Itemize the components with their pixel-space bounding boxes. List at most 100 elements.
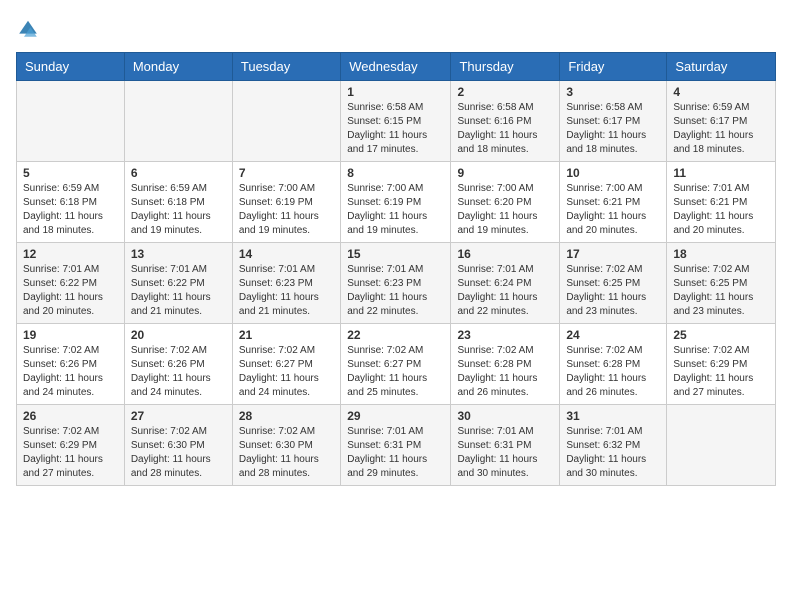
day-info: Sunrise: 7:02 AM Sunset: 6:28 PM Dayligh… (457, 344, 553, 400)
day-number: 14 (239, 247, 334, 261)
day-cell: 26 Sunrise: 7:02 AM Sunset: 6:29 PM Dayli… (17, 405, 125, 486)
weekday-header-tuesday: Tuesday (232, 53, 340, 81)
day-number: 26 (23, 409, 118, 423)
day-info: Sunrise: 7:01 AM Sunset: 6:31 PM Dayligh… (457, 425, 553, 481)
day-number: 24 (566, 328, 660, 342)
day-info: Sunrise: 6:59 AM Sunset: 6:18 PM Dayligh… (23, 182, 118, 238)
day-cell: 13 Sunrise: 7:01 AM Sunset: 6:22 PM Dayli… (124, 243, 232, 324)
day-number: 4 (673, 85, 769, 99)
day-cell: 7 Sunrise: 7:00 AM Sunset: 6:19 PM Daylig… (232, 162, 340, 243)
day-number: 8 (347, 166, 444, 180)
day-info: Sunrise: 7:02 AM Sunset: 6:25 PM Dayligh… (673, 263, 769, 319)
day-number: 5 (23, 166, 118, 180)
day-number: 23 (457, 328, 553, 342)
page-header (16, 16, 776, 40)
day-info: Sunrise: 7:02 AM Sunset: 6:25 PM Dayligh… (566, 263, 660, 319)
day-info: Sunrise: 7:00 AM Sunset: 6:19 PM Dayligh… (239, 182, 334, 238)
day-number: 19 (23, 328, 118, 342)
day-cell: 11 Sunrise: 7:01 AM Sunset: 6:21 PM Dayli… (667, 162, 776, 243)
day-info: Sunrise: 7:01 AM Sunset: 6:21 PM Dayligh… (673, 182, 769, 238)
weekday-header-monday: Monday (124, 53, 232, 81)
weekday-header-friday: Friday (560, 53, 667, 81)
day-info: Sunrise: 7:02 AM Sunset: 6:26 PM Dayligh… (23, 344, 118, 400)
day-cell: 31 Sunrise: 7:01 AM Sunset: 6:32 PM Dayli… (560, 405, 667, 486)
day-number: 21 (239, 328, 334, 342)
day-number: 12 (23, 247, 118, 261)
day-cell: 24 Sunrise: 7:02 AM Sunset: 6:28 PM Dayli… (560, 324, 667, 405)
day-info: Sunrise: 6:58 AM Sunset: 6:17 PM Dayligh… (566, 101, 660, 157)
day-info: Sunrise: 7:02 AM Sunset: 6:27 PM Dayligh… (347, 344, 444, 400)
week-row: 5 Sunrise: 6:59 AM Sunset: 6:18 PM Daylig… (17, 162, 776, 243)
weekday-header-wednesday: Wednesday (341, 53, 451, 81)
day-info: Sunrise: 7:02 AM Sunset: 6:29 PM Dayligh… (673, 344, 769, 400)
weekday-header-thursday: Thursday (451, 53, 560, 81)
day-info: Sunrise: 7:01 AM Sunset: 6:23 PM Dayligh… (347, 263, 444, 319)
day-cell: 2 Sunrise: 6:58 AM Sunset: 6:16 PM Daylig… (451, 81, 560, 162)
week-row: 26 Sunrise: 7:02 AM Sunset: 6:29 PM Dayli… (17, 405, 776, 486)
day-info: Sunrise: 7:00 AM Sunset: 6:20 PM Dayligh… (457, 182, 553, 238)
day-number: 22 (347, 328, 444, 342)
day-number: 1 (347, 85, 444, 99)
logo (16, 16, 44, 40)
day-cell: 14Sunrise: 7:01 AM Sunset: 6:23 PM Dayli… (232, 243, 340, 324)
day-cell: 6 Sunrise: 6:59 AM Sunset: 6:18 PM Daylig… (124, 162, 232, 243)
day-cell: 20 Sunrise: 7:02 AM Sunset: 6:26 PM Dayli… (124, 324, 232, 405)
day-number: 17 (566, 247, 660, 261)
day-info: Sunrise: 7:01 AM Sunset: 6:22 PM Dayligh… (131, 263, 226, 319)
day-cell: 23 Sunrise: 7:02 AM Sunset: 6:28 PM Dayli… (451, 324, 560, 405)
day-info: Sunrise: 7:02 AM Sunset: 6:26 PM Dayligh… (131, 344, 226, 400)
day-cell: 22 Sunrise: 7:02 AM Sunset: 6:27 PM Dayli… (341, 324, 451, 405)
day-cell (232, 81, 340, 162)
day-number: 13 (131, 247, 226, 261)
day-number: 11 (673, 166, 769, 180)
day-number: 10 (566, 166, 660, 180)
day-info: Sunrise: 6:58 AM Sunset: 6:16 PM Dayligh… (457, 101, 553, 157)
day-cell: 1 Sunrise: 6:58 AM Sunset: 6:15 PM Daylig… (341, 81, 451, 162)
day-cell: 18Sunrise: 7:02 AM Sunset: 6:25 PM Dayli… (667, 243, 776, 324)
day-number: 28 (239, 409, 334, 423)
day-info: Sunrise: 7:02 AM Sunset: 6:27 PM Dayligh… (239, 344, 334, 400)
day-info: Sunrise: 7:01 AM Sunset: 6:31 PM Dayligh… (347, 425, 444, 481)
day-cell: 12 Sunrise: 7:01 AM Sunset: 6:22 PM Dayli… (17, 243, 125, 324)
day-number: 20 (131, 328, 226, 342)
day-cell: 3Sunrise: 6:58 AM Sunset: 6:17 PM Daylig… (560, 81, 667, 162)
day-number: 2 (457, 85, 553, 99)
day-cell: 27 Sunrise: 7:02 AM Sunset: 6:30 PM Dayli… (124, 405, 232, 486)
day-info: Sunrise: 7:02 AM Sunset: 6:28 PM Dayligh… (566, 344, 660, 400)
day-number: 29 (347, 409, 444, 423)
day-info: Sunrise: 7:01 AM Sunset: 6:22 PM Dayligh… (23, 263, 118, 319)
day-number: 16 (457, 247, 553, 261)
day-cell: 4 Sunrise: 6:59 AM Sunset: 6:17 PM Daylig… (667, 81, 776, 162)
day-number: 6 (131, 166, 226, 180)
day-number: 9 (457, 166, 553, 180)
weekday-header-sunday: Sunday (17, 53, 125, 81)
day-number: 7 (239, 166, 334, 180)
day-cell: 16 Sunrise: 7:01 AM Sunset: 6:24 PM Dayli… (451, 243, 560, 324)
day-info: Sunrise: 7:02 AM Sunset: 6:29 PM Dayligh… (23, 425, 118, 481)
weekday-header-saturday: Saturday (667, 53, 776, 81)
day-cell (667, 405, 776, 486)
day-number: 25 (673, 328, 769, 342)
day-number: 31 (566, 409, 660, 423)
day-info: Sunrise: 7:01 AM Sunset: 6:24 PM Dayligh… (457, 263, 553, 319)
day-number: 27 (131, 409, 226, 423)
day-cell (17, 81, 125, 162)
day-info: Sunrise: 6:59 AM Sunset: 6:17 PM Dayligh… (673, 101, 769, 157)
day-cell: 21 Sunrise: 7:02 AM Sunset: 6:27 PM Dayli… (232, 324, 340, 405)
day-cell (124, 81, 232, 162)
day-info: Sunrise: 7:00 AM Sunset: 6:21 PM Dayligh… (566, 182, 660, 238)
day-info: Sunrise: 6:59 AM Sunset: 6:18 PM Dayligh… (131, 182, 226, 238)
calendar: SundayMondayTuesdayWednesdayThursdayFrid… (16, 52, 776, 486)
logo-icon (16, 16, 40, 40)
day-info: Sunrise: 7:01 AM Sunset: 6:32 PM Dayligh… (566, 425, 660, 481)
day-cell: 30 Sunrise: 7:01 AM Sunset: 6:31 PM Dayli… (451, 405, 560, 486)
day-info: Sunrise: 6:58 AM Sunset: 6:15 PM Dayligh… (347, 101, 444, 157)
day-cell: 25 Sunrise: 7:02 AM Sunset: 6:29 PM Dayli… (667, 324, 776, 405)
week-row: 12 Sunrise: 7:01 AM Sunset: 6:22 PM Dayli… (17, 243, 776, 324)
day-cell: 9 Sunrise: 7:00 AM Sunset: 6:20 PM Daylig… (451, 162, 560, 243)
day-cell: 19 Sunrise: 7:02 AM Sunset: 6:26 PM Dayli… (17, 324, 125, 405)
day-info: Sunrise: 7:00 AM Sunset: 6:19 PM Dayligh… (347, 182, 444, 238)
day-cell: 17 Sunrise: 7:02 AM Sunset: 6:25 PM Dayli… (560, 243, 667, 324)
day-info: Sunrise: 7:02 AM Sunset: 6:30 PM Dayligh… (131, 425, 226, 481)
day-number: 30 (457, 409, 553, 423)
